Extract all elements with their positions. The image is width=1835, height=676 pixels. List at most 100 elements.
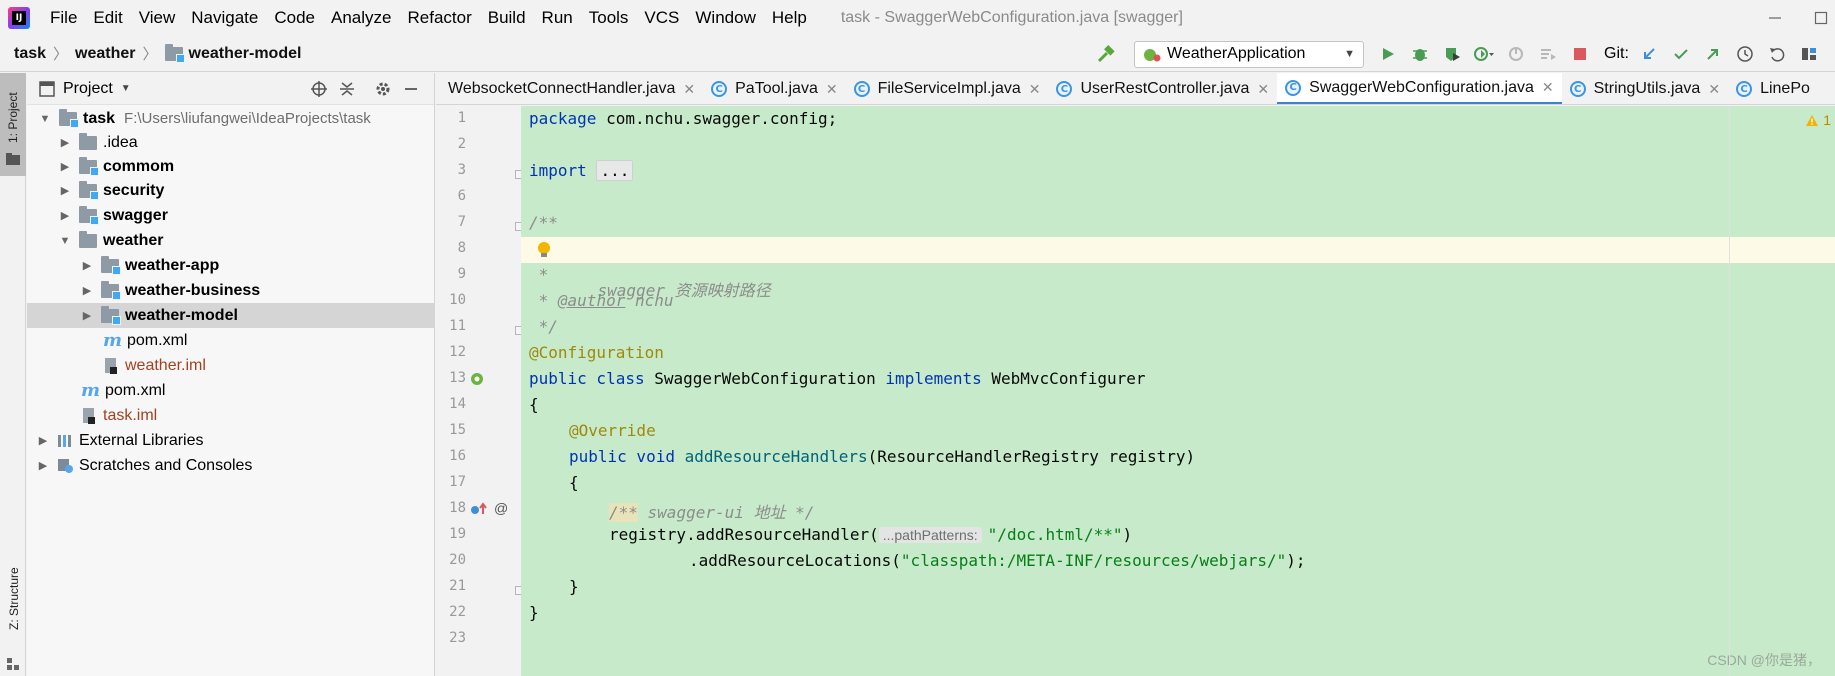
chevron-down-icon[interactable]: ▼ — [121, 83, 131, 94]
hide-panel-icon[interactable] — [399, 77, 423, 101]
tree-item-task-iml[interactable]: task.iml — [27, 403, 435, 428]
git-rollback-icon[interactable] — [1763, 40, 1791, 68]
breadcrumb-item-weather-model[interactable]: weather-model — [189, 45, 302, 63]
project-structure-icon[interactable] — [1795, 40, 1823, 68]
tree-item-scratches[interactable]: ▶ Scratches and Consoles — [27, 453, 435, 478]
tree-item-weather-model[interactable]: ▶ weather-model — [27, 303, 435, 328]
lightbulb-icon[interactable] — [537, 241, 551, 263]
menu-analyze[interactable]: Analyze — [323, 0, 399, 36]
menu-vcs[interactable]: VCS — [636, 0, 687, 36]
tab-websocketconnecthandler[interactable]: WebsocketConnectHandler.java ✕ — [436, 73, 703, 104]
code-area[interactable] — [521, 106, 1835, 676]
tab-stringutils[interactable]: C StringUtils.java ✕ — [1562, 73, 1728, 104]
chevron-down-icon[interactable]: ▼ — [57, 233, 73, 249]
close-icon[interactable]: ✕ — [1708, 81, 1720, 98]
tree-item-weather-business[interactable]: ▶ weather-business — [27, 278, 435, 303]
breadcrumb-item-weather[interactable]: weather — [75, 45, 135, 63]
code-line[interactable]: } — [529, 577, 579, 596]
run-with-coverage-icon[interactable] — [1438, 40, 1466, 68]
chevron-right-icon[interactable]: ▶ — [79, 258, 95, 274]
menu-refactor[interactable]: Refactor — [399, 0, 479, 36]
collapse-all-icon[interactable] — [335, 77, 359, 101]
stop-icon[interactable] — [1566, 40, 1594, 68]
step-over-icon[interactable] — [1534, 40, 1562, 68]
git-push-icon[interactable] — [1699, 40, 1727, 68]
locate-file-icon[interactable] — [307, 77, 331, 101]
tree-item-weather[interactable]: ▼ weather — [27, 228, 435, 253]
spring-bean-gutter-icon[interactable] — [470, 372, 484, 389]
menu-run[interactable]: Run — [534, 0, 581, 36]
menu-help[interactable]: Help — [764, 0, 815, 36]
code-line[interactable]: } — [529, 603, 539, 622]
code-line[interactable]: public void addResourceHandlers(Resource… — [529, 447, 1195, 466]
code-line[interactable]: registry.addResourceHandler(...pathPatte… — [529, 525, 1132, 544]
tree-item-task-pom[interactable]: m pom.xml — [27, 378, 435, 403]
tree-item-weather-app[interactable]: ▶ weather-app — [27, 253, 435, 278]
close-icon[interactable]: ✕ — [1257, 81, 1269, 98]
tree-item-external-libraries[interactable]: ▶ External Libraries — [27, 428, 435, 453]
code-line[interactable]: import ... — [529, 160, 634, 181]
chevron-right-icon[interactable]: ▶ — [79, 283, 95, 299]
chevron-right-icon[interactable]: ▶ — [35, 433, 51, 449]
close-icon[interactable]: ✕ — [826, 81, 838, 98]
folded-imports[interactable]: ... — [596, 160, 634, 181]
chevron-right-icon[interactable]: ▶ — [57, 208, 73, 224]
tree-item-weather-pom[interactable]: m pom.xml — [27, 328, 435, 353]
tab-swaggerwebconfiguration[interactable]: C SwaggerWebConfiguration.java ✕ — [1277, 73, 1562, 104]
git-commit-check-icon[interactable] — [1667, 40, 1695, 68]
code-line[interactable]: { — [529, 395, 539, 414]
annotation-at-icon[interactable]: @ — [494, 500, 508, 516]
tree-item-swagger[interactable]: ▶ swagger — [27, 203, 435, 228]
chevron-right-icon[interactable]: ▶ — [57, 159, 73, 175]
close-icon[interactable]: ✕ — [1029, 81, 1041, 98]
code-line[interactable]: */ — [529, 317, 558, 336]
build-hammer-icon[interactable] — [1092, 40, 1120, 68]
tree-item-task[interactable]: ▼ task F:\Users\liufangwei\IdeaProjects\… — [27, 106, 435, 131]
project-tool-window-button[interactable]: 1: Project — [0, 73, 26, 176]
run-icon[interactable] — [1374, 40, 1402, 68]
code-line[interactable]: /** swagger-ui 地址 */ — [529, 499, 814, 523]
code-line[interactable]: { — [529, 473, 579, 492]
tree-item-commom[interactable]: ▶ commom — [27, 154, 435, 179]
chevron-right-icon[interactable]: ▶ — [57, 183, 73, 199]
tree-item-weather-iml[interactable]: weather.iml — [27, 353, 435, 378]
profile-icon[interactable] — [1470, 40, 1498, 68]
close-icon[interactable]: ✕ — [1542, 79, 1554, 96]
menu-view[interactable]: View — [131, 0, 184, 36]
menu-build[interactable]: Build — [480, 0, 534, 36]
code-line[interactable]: @Configuration — [529, 343, 664, 362]
code-line[interactable]: package com.nchu.swagger.config; — [529, 109, 837, 128]
git-history-clock-icon[interactable] — [1731, 40, 1759, 68]
project-view-selector[interactable]: Project — [63, 80, 113, 98]
code-line[interactable]: * @author nchu — [529, 291, 674, 310]
overrides-method-gutter-icon[interactable] — [470, 502, 492, 519]
code-editor[interactable]: 1 2 3 6 7 8 9 10 11 12 13 14 15 16 17 18… — [436, 106, 1835, 676]
code-line[interactable]: /** — [529, 213, 558, 232]
menu-navigate[interactable]: Navigate — [183, 0, 266, 36]
tab-userrestcontroller[interactable]: C UserRestController.java ✕ — [1048, 73, 1277, 104]
menu-tools[interactable]: Tools — [581, 0, 637, 36]
run-configuration-selector[interactable]: WeatherApplication ▼ — [1134, 40, 1364, 68]
code-line[interactable]: .addResourceLocations("classpath:/META-I… — [529, 551, 1306, 570]
code-line[interactable]: @Override — [529, 421, 656, 440]
menu-file[interactable]: File — [42, 0, 85, 36]
menu-window[interactable]: Window — [687, 0, 763, 36]
code-line[interactable]: * — [529, 265, 549, 284]
chevron-right-icon[interactable]: ▶ — [35, 458, 51, 474]
tab-linepo[interactable]: C LinePo — [1728, 73, 1818, 104]
inspection-warning-indicator[interactable]: 1 — [1805, 112, 1831, 128]
code-line[interactable]: public class SwaggerWebConfiguration imp… — [529, 369, 1146, 388]
tab-patool[interactable]: C PaTool.java ✕ — [703, 73, 845, 104]
gear-icon[interactable] — [371, 77, 395, 101]
chevron-down-icon[interactable]: ▼ — [37, 111, 53, 127]
tree-item-idea[interactable]: ▶ .idea — [27, 130, 435, 155]
maximize-icon[interactable] — [1798, 0, 1835, 36]
intellij-logo-icon[interactable]: IJ — [8, 7, 30, 29]
breadcrumb-item-task[interactable]: task — [14, 45, 46, 63]
close-icon[interactable]: ✕ — [683, 81, 695, 98]
tree-item-security[interactable]: ▶ security — [27, 178, 435, 203]
menu-edit[interactable]: Edit — [85, 0, 130, 36]
chevron-right-icon[interactable]: ▶ — [79, 308, 95, 324]
tab-fileserviceimpl[interactable]: C FileServiceImpl.java ✕ — [846, 73, 1049, 104]
debug-icon[interactable] — [1406, 40, 1434, 68]
